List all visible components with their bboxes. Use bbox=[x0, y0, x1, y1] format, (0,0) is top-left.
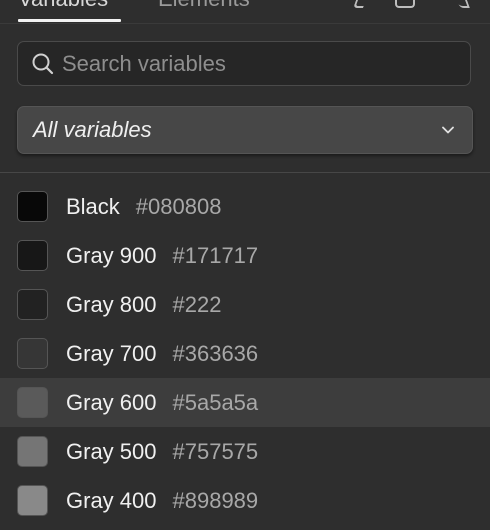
variable-value: #363636 bbox=[172, 340, 259, 366]
variable-row[interactable]: Gray 900 #171717 bbox=[0, 231, 490, 280]
variable-filter-dropdown[interactable]: All variables bbox=[17, 106, 473, 154]
variable-value: #222 bbox=[172, 291, 222, 317]
toolbar-icon[interactable] bbox=[454, 0, 470, 8]
search-box[interactable] bbox=[17, 41, 471, 86]
variable-value: #5a5a5a bbox=[172, 389, 259, 415]
variable-value: #080808 bbox=[135, 193, 222, 219]
panel-tabs: Variables Elements bbox=[0, 0, 490, 24]
tab-variables[interactable]: Variables bbox=[18, 0, 108, 12]
variable-value: #898989 bbox=[172, 487, 259, 513]
color-swatch bbox=[17, 240, 48, 271]
variable-value: #171717 bbox=[172, 242, 259, 268]
variable-name: Gray 900 bbox=[66, 242, 157, 268]
variable-name: Gray 400 bbox=[66, 487, 157, 513]
variable-list: Black #080808 Gray 900 #171717 Gray 800 … bbox=[0, 182, 490, 525]
color-swatch bbox=[17, 289, 48, 320]
toolbar-icon[interactable] bbox=[353, 0, 369, 8]
variable-name: Black bbox=[66, 193, 120, 219]
color-swatch bbox=[17, 387, 48, 418]
variable-row[interactable]: Gray 500 #757575 bbox=[0, 427, 490, 476]
toolbar-icon[interactable] bbox=[395, 0, 415, 8]
filter-selected-label: All variables bbox=[33, 117, 152, 142]
variable-row[interactable]: Gray 600 #5a5a5a bbox=[0, 378, 490, 427]
search-input[interactable] bbox=[62, 50, 470, 77]
color-swatch bbox=[17, 191, 48, 222]
search-icon bbox=[32, 53, 54, 74]
chevron-down-icon bbox=[442, 126, 454, 134]
divider bbox=[0, 172, 490, 173]
variables-panel: Variables Elements All variables Black #… bbox=[0, 0, 490, 530]
color-swatch bbox=[17, 485, 48, 516]
divider bbox=[0, 23, 490, 24]
variable-name: Gray 500 bbox=[66, 438, 157, 464]
variable-row[interactable]: Gray 700 #363636 bbox=[0, 329, 490, 378]
tab-elements[interactable]: Elements bbox=[158, 0, 250, 12]
variable-name: Gray 700 bbox=[66, 340, 157, 366]
active-tab-indicator bbox=[18, 19, 121, 22]
variable-row[interactable]: Gray 400 #898989 bbox=[0, 476, 490, 525]
variable-name: Gray 800 bbox=[66, 291, 157, 317]
color-swatch bbox=[17, 436, 48, 467]
variable-row[interactable]: Black #080808 bbox=[0, 182, 490, 231]
color-swatch bbox=[17, 338, 48, 369]
variable-row[interactable]: Gray 800 #222 bbox=[0, 280, 490, 329]
variable-name: Gray 600 bbox=[66, 389, 157, 415]
variable-value: #757575 bbox=[172, 438, 259, 464]
